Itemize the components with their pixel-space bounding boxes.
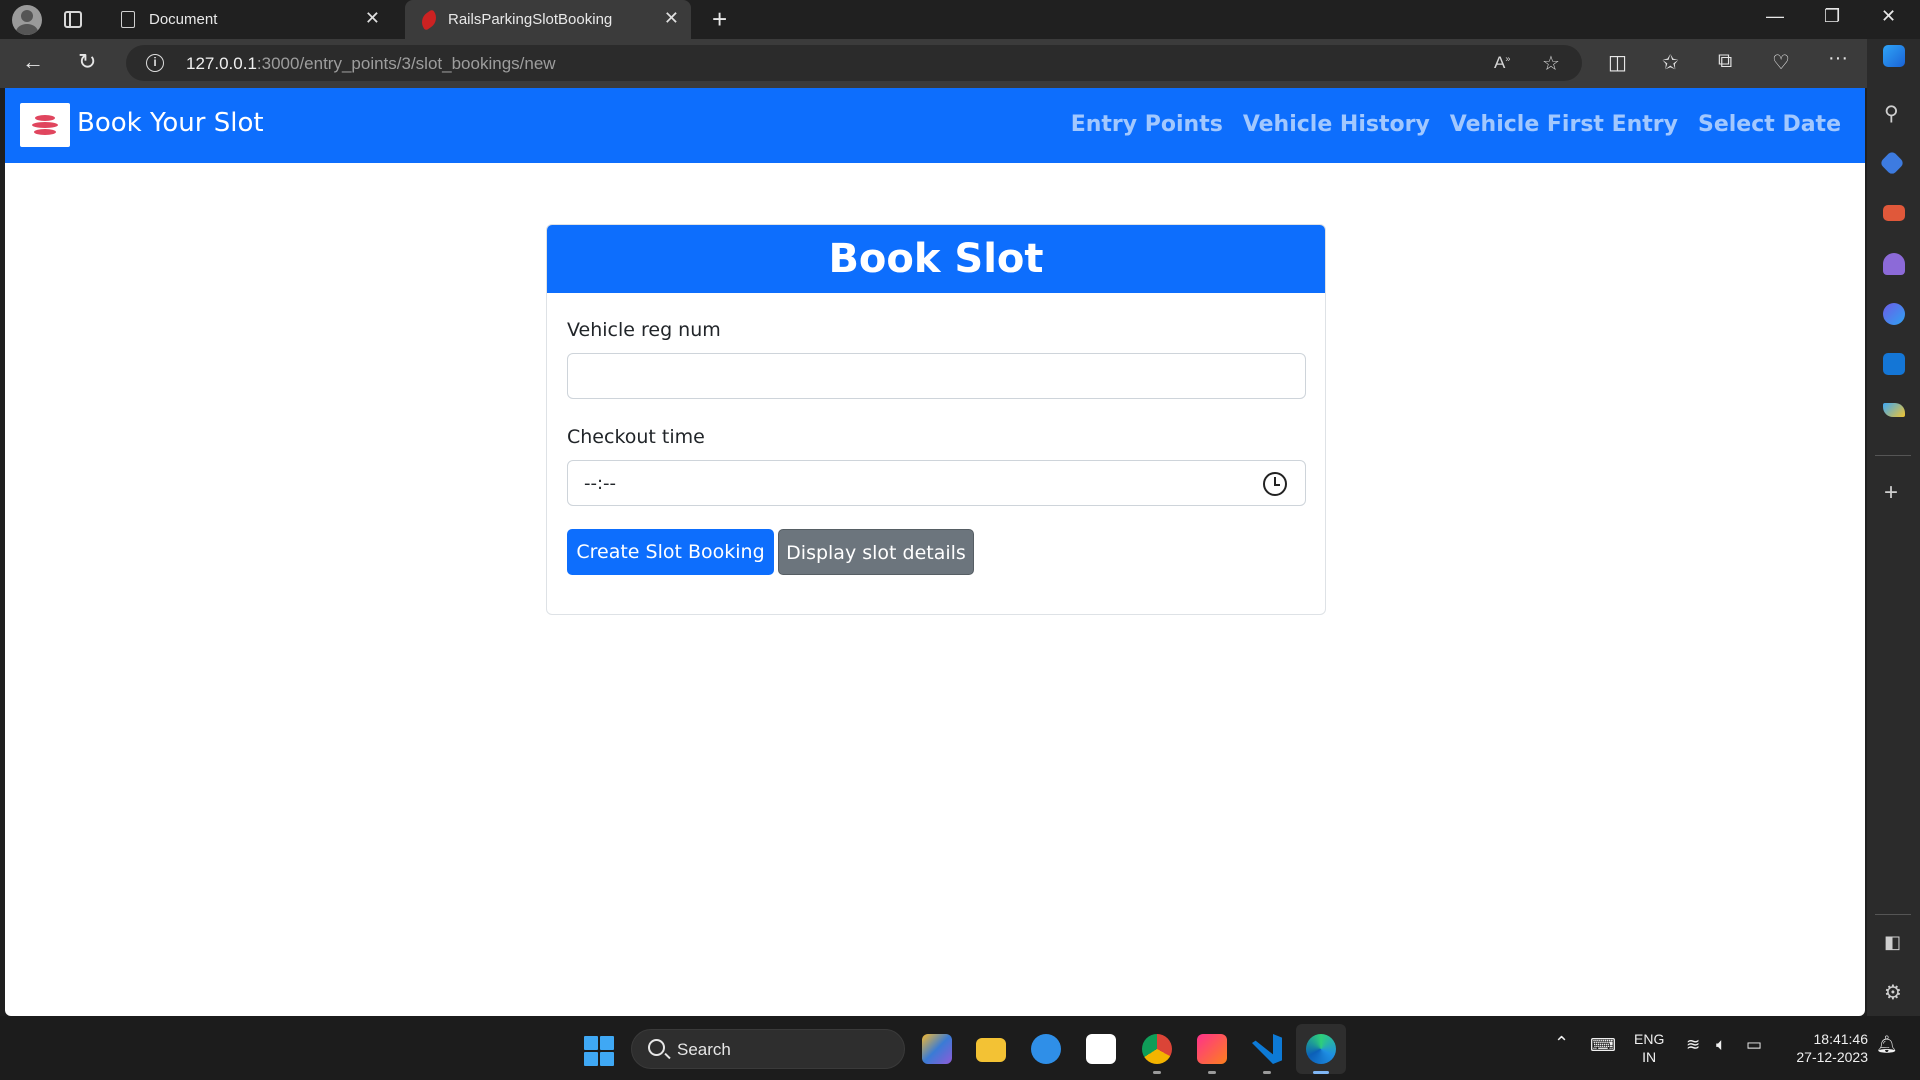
rails-favicon-icon: [420, 11, 434, 28]
volume-icon[interactable]: 🔈︎: [1716, 1036, 1726, 1054]
clock-date: 27-12-2023: [1796, 1049, 1868, 1065]
browser-tab-document[interactable]: Document ✕: [106, 0, 392, 39]
send-icon[interactable]: [1883, 403, 1905, 417]
region-code: IN: [1642, 1049, 1657, 1065]
refresh-icon[interactable]: ↻: [78, 49, 96, 75]
tab-title: Document: [149, 11, 218, 28]
checkout-time-value: --:--: [584, 473, 617, 494]
clock-time: 18:41:46: [1813, 1031, 1869, 1047]
sidebar-settings-icon[interactable]: ⚙: [1884, 980, 1902, 1005]
display-slot-details-button[interactable]: Display slot details: [778, 529, 974, 575]
taskbar-search-label: Search: [677, 1040, 731, 1059]
favorites-icon[interactable]: ✩: [1662, 50, 1679, 75]
close-tab-icon[interactable]: ✕: [664, 8, 679, 29]
nav-link-select-date[interactable]: Select Date: [1698, 112, 1841, 137]
vscode-icon[interactable]: [1252, 1034, 1282, 1064]
copilot-icon[interactable]: [1883, 45, 1905, 67]
clock-icon[interactable]: [1263, 472, 1287, 496]
browser-toolbar: ← ↻ i 127.0.0.1:3000/entry_points/3/slot…: [0, 39, 1920, 88]
navbar: Book Your Slot Entry Points Vehicle Hist…: [5, 88, 1865, 163]
search-icon: [648, 1039, 665, 1056]
taskbar: Search ⌃ ⌨ ENG IN ≋ 🔈︎ ▭ 18:41:46 27-12-…: [0, 1016, 1920, 1080]
minimize-icon[interactable]: —: [1766, 6, 1784, 27]
copilot-preview-icon[interactable]: [922, 1034, 952, 1064]
card-title: Book Slot: [547, 225, 1325, 293]
vscode-running-indicator: [1263, 1071, 1271, 1074]
new-tab-icon[interactable]: +: [712, 4, 727, 35]
hide-sidebar-icon[interactable]: ◧: [1884, 932, 1901, 953]
brand-logo-icon[interactable]: [20, 103, 70, 147]
favorite-star-icon[interactable]: ☆: [1542, 51, 1560, 76]
vehicle-reg-input[interactable]: [567, 353, 1306, 399]
vehicle-reg-label: Vehicle reg num: [567, 319, 721, 341]
help-icon[interactable]: [1031, 1034, 1061, 1064]
search-icon[interactable]: ⚲: [1884, 101, 1899, 126]
notification-bell-icon[interactable]: 🔔︎: [1876, 1036, 1898, 1054]
outlook-icon[interactable]: [1883, 353, 1905, 375]
collections-icon[interactable]: ⧉: [1718, 50, 1732, 73]
document-icon: [121, 11, 135, 28]
language-indicator[interactable]: ENG IN: [1634, 1030, 1664, 1066]
keyboard-icon[interactable]: ⌨: [1590, 1036, 1616, 1054]
windows-start-icon[interactable]: [584, 1036, 614, 1066]
nav-link-vehicle-history[interactable]: Vehicle History: [1243, 112, 1430, 137]
edge-running-indicator: [1313, 1071, 1329, 1074]
tray-overflow-icon[interactable]: ⌃: [1554, 1034, 1569, 1052]
shopping-tag-icon[interactable]: [1879, 150, 1905, 176]
checkout-time-input[interactable]: --:--: [567, 460, 1306, 506]
microsoft-store-icon[interactable]: [1086, 1034, 1116, 1064]
back-arrow-icon[interactable]: ←: [22, 49, 44, 75]
create-slot-booking-button[interactable]: Create Slot Booking: [567, 529, 774, 575]
taskbar-search[interactable]: Search: [631, 1029, 905, 1069]
checkout-time-label: Checkout time: [567, 426, 705, 448]
workspaces-icon[interactable]: [64, 11, 82, 28]
language-code: ENG: [1634, 1031, 1665, 1047]
close-tab-icon[interactable]: ✕: [365, 8, 380, 29]
chrome-icon[interactable]: [1142, 1034, 1172, 1064]
tab-title: RailsParkingSlotBooking: [448, 11, 613, 28]
nav-links: Entry Points Vehicle History Vehicle Fir…: [1071, 112, 1841, 137]
edge-sidebar: ⚲ + ◧ ⚙: [1867, 39, 1920, 1016]
nav-link-vehicle-first-entry[interactable]: Vehicle First Entry: [1450, 112, 1678, 137]
address-bar[interactable]: i 127.0.0.1:3000/entry_points/3/slot_boo…: [126, 45, 1582, 81]
chrome-running-indicator: [1153, 1071, 1161, 1074]
games-icon[interactable]: [1883, 253, 1905, 275]
edge-icon[interactable]: [1306, 1034, 1336, 1064]
read-aloud-icon[interactable]: A»: [1494, 53, 1510, 73]
split-screen-icon[interactable]: ◫: [1608, 50, 1627, 75]
battery-icon[interactable]: ▭: [1746, 1036, 1762, 1054]
clock[interactable]: 18:41:46 27-12-2023: [1784, 1030, 1868, 1066]
browser-tab-strip: Document ✕ RailsParkingSlotBooking ✕ + —…: [0, 0, 1920, 39]
rubymine-running-indicator: [1208, 1071, 1216, 1074]
sidebar-divider: [1875, 914, 1911, 915]
file-explorer-icon[interactable]: [976, 1038, 1006, 1062]
sidebar-divider: [1875, 455, 1911, 456]
rubymine-icon[interactable]: [1197, 1034, 1227, 1064]
booking-card: Book Slot Vehicle reg num Checkout time …: [546, 224, 1326, 615]
wifi-icon[interactable]: ≋: [1686, 1036, 1700, 1054]
browser-tab-rails[interactable]: RailsParkingSlotBooking ✕: [405, 0, 691, 39]
nav-link-entry-points[interactable]: Entry Points: [1071, 112, 1223, 137]
address-url[interactable]: 127.0.0.1:3000/entry_points/3/slot_booki…: [186, 54, 556, 74]
site-info-icon[interactable]: i: [146, 54, 164, 72]
window-close-icon[interactable]: ✕: [1881, 6, 1896, 27]
page-viewport: Book Your Slot Entry Points Vehicle Hist…: [5, 88, 1865, 1016]
add-icon[interactable]: +: [1884, 479, 1898, 507]
tools-icon[interactable]: [1883, 205, 1905, 221]
profile-avatar-icon[interactable]: [12, 5, 42, 35]
more-options-icon[interactable]: ···: [1828, 47, 1848, 70]
browser-essentials-icon[interactable]: ♡: [1772, 50, 1790, 75]
microsoft-365-icon[interactable]: [1883, 303, 1905, 325]
brand-title[interactable]: Book Your Slot: [77, 108, 264, 138]
restore-icon[interactable]: ❐: [1824, 6, 1840, 27]
